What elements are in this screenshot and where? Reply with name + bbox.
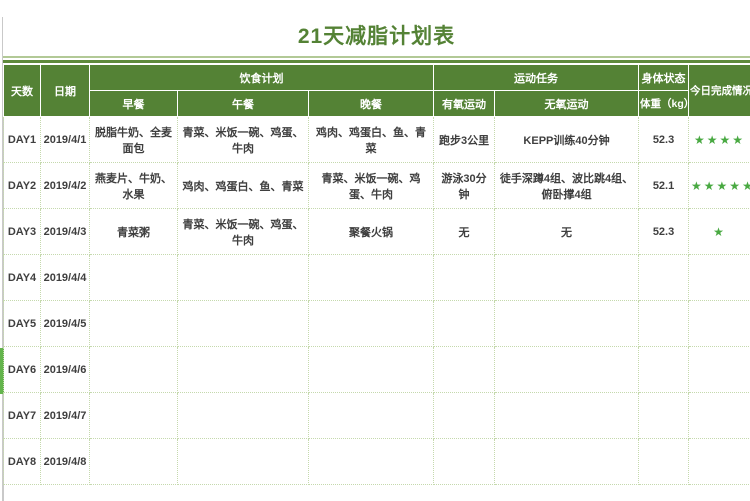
header-date[interactable]: 日期 xyxy=(40,64,90,117)
title-area: 21天减脂计划表 xyxy=(3,0,750,56)
cell-anaerobic[interactable] xyxy=(494,254,640,301)
cell-lunch[interactable]: 青菜、米饭一碗、鸡蛋、牛肉 xyxy=(177,116,309,163)
header-diet-plan[interactable]: 饮食计划 xyxy=(88,64,435,91)
cell-dinner[interactable] xyxy=(307,438,435,485)
cell-breakfast[interactable] xyxy=(89,438,178,485)
cell-weight[interactable] xyxy=(638,346,690,393)
cell-lunch[interactable] xyxy=(177,392,309,439)
cell-date[interactable]: 2019/4/8 xyxy=(40,438,90,485)
cell-breakfast[interactable]: 脱脂牛奶、全麦面包 xyxy=(89,116,178,163)
plan-table: 天数 日期 饮食计划 运动任务 身体状态 今日完成情况 早餐 午餐 晚餐 有氧运… xyxy=(3,64,750,485)
cell-weight[interactable] xyxy=(638,254,690,301)
title-divider xyxy=(3,56,750,64)
cell-date[interactable]: 2019/4/2 xyxy=(40,162,90,209)
cell-dinner[interactable] xyxy=(307,346,435,393)
cell-completion-stars[interactable]: ★ xyxy=(688,208,750,255)
table-row: DAY2 2019/4/2 燕麦片、牛奶、水果 鸡肉、鸡蛋白、鱼、青菜 青菜、米… xyxy=(3,162,750,209)
cell-anaerobic[interactable] xyxy=(494,438,640,485)
cell-aerobic[interactable]: 无 xyxy=(433,208,496,255)
header-body-status[interactable]: 身体状态 xyxy=(638,64,690,91)
header-completion[interactable]: 今日完成情况 xyxy=(688,64,750,117)
cell-weight[interactable]: 52.3 xyxy=(638,116,690,163)
cell-date[interactable]: 2019/4/5 xyxy=(40,300,90,347)
cell-date[interactable]: 2019/4/1 xyxy=(40,116,90,163)
page-title: 21天减脂计划表 xyxy=(297,25,456,48)
cell-anaerobic[interactable]: 无 xyxy=(494,208,640,255)
cell-dinner[interactable]: 聚餐火锅 xyxy=(307,208,435,255)
cell-date[interactable]: 2019/4/3 xyxy=(40,208,90,255)
header-dinner[interactable]: 晚餐 xyxy=(307,90,435,117)
cell-aerobic[interactable] xyxy=(433,300,496,347)
cell-aerobic[interactable] xyxy=(433,346,496,393)
cell-dinner[interactable] xyxy=(307,254,435,301)
cell-dinner[interactable] xyxy=(307,392,435,439)
cell-date[interactable]: 2019/4/6 xyxy=(40,346,90,393)
cell-day[interactable]: DAY4 xyxy=(3,254,41,301)
cell-anaerobic[interactable] xyxy=(494,392,640,439)
cell-day[interactable]: DAY7 xyxy=(3,392,41,439)
cell-completion-stars[interactable]: ★★★★ xyxy=(688,116,750,163)
cell-lunch[interactable]: 鸡肉、鸡蛋白、鱼、青菜 xyxy=(177,162,309,209)
cell-day[interactable]: DAY1 xyxy=(3,116,41,163)
cell-dinner[interactable]: 青菜、米饭一碗、鸡蛋、牛肉 xyxy=(307,162,435,209)
cell-aerobic[interactable]: 游泳30分钟 xyxy=(433,162,496,209)
cell-anaerobic[interactable]: KEPP训练40分钟 xyxy=(494,116,640,163)
header-aerobic[interactable]: 有氧运动 xyxy=(433,90,496,117)
cell-breakfast[interactable]: 青菜粥 xyxy=(89,208,178,255)
cell-day[interactable]: DAY5 xyxy=(3,300,41,347)
cell-weight[interactable] xyxy=(638,300,690,347)
cell-date[interactable]: 2019/4/7 xyxy=(40,392,90,439)
cell-day[interactable]: DAY3 xyxy=(3,208,41,255)
plan-table-header: 天数 日期 饮食计划 运动任务 身体状态 今日完成情况 早餐 午餐 晚餐 有氧运… xyxy=(3,64,750,117)
cell-aerobic[interactable] xyxy=(433,438,496,485)
cell-anaerobic[interactable] xyxy=(494,300,640,347)
header-anaerobic[interactable]: 无氧运动 xyxy=(494,90,640,117)
cell-breakfast[interactable]: 燕麦片、牛奶、水果 xyxy=(89,162,178,209)
cell-lunch[interactable] xyxy=(177,438,309,485)
cell-day[interactable]: DAY2 xyxy=(3,162,41,209)
cell-lunch[interactable] xyxy=(177,346,309,393)
cell-aerobic[interactable] xyxy=(433,392,496,439)
cell-aerobic[interactable] xyxy=(433,254,496,301)
cell-lunch[interactable] xyxy=(177,300,309,347)
cell-breakfast[interactable] xyxy=(89,254,178,301)
cell-weight[interactable]: 52.1 xyxy=(638,162,690,209)
cell-day[interactable]: DAY8 xyxy=(3,438,41,485)
cell-lunch[interactable]: 青菜、米饭一碗、鸡蛋、牛肉 xyxy=(177,208,309,255)
cell-lunch[interactable] xyxy=(177,254,309,301)
table-row: DAY8 2019/4/8 xyxy=(3,438,750,485)
cell-dinner[interactable] xyxy=(307,300,435,347)
cell-weight[interactable] xyxy=(638,438,690,485)
spreadsheet-page: 21天减脂计划表 天数 日期 饮食计划 运动任务 身体状态 今日完成情况 早餐 … xyxy=(0,0,750,501)
cell-completion-stars[interactable] xyxy=(688,254,750,301)
table-row: DAY1 2019/4/1 脱脂牛奶、全麦面包 青菜、米饭一碗、鸡蛋、牛肉 鸡肉… xyxy=(3,116,750,163)
table-row: DAY3 2019/4/3 青菜粥 青菜、米饭一碗、鸡蛋、牛肉 聚餐火锅 无 无… xyxy=(3,208,750,255)
table-row: DAY7 2019/4/7 xyxy=(3,392,750,439)
cell-dinner[interactable]: 鸡肉、鸡蛋白、鱼、青菜 xyxy=(307,116,435,163)
header-lunch[interactable]: 午餐 xyxy=(177,90,309,117)
cell-completion-stars[interactable] xyxy=(688,346,750,393)
cell-breakfast[interactable] xyxy=(89,392,178,439)
plan-table-body: DAY1 2019/4/1 脱脂牛奶、全麦面包 青菜、米饭一碗、鸡蛋、牛肉 鸡肉… xyxy=(3,116,750,485)
cell-breakfast[interactable] xyxy=(89,300,178,347)
cell-anaerobic[interactable]: 徒手深蹲4组、波比跳4组、俯卧撑4组 xyxy=(494,162,640,209)
cell-breakfast[interactable] xyxy=(89,346,178,393)
header-exercise-task[interactable]: 运动任务 xyxy=(433,64,640,91)
cell-day[interactable]: DAY6 xyxy=(3,346,41,393)
cell-weight[interactable]: 52.3 xyxy=(638,208,690,255)
table-row: DAY5 2019/4/5 xyxy=(3,300,750,347)
cell-aerobic[interactable]: 跑步3公里 xyxy=(433,116,496,163)
cell-completion-stars[interactable]: ★★★★★ xyxy=(688,162,750,209)
table-row: DAY6 2019/4/6 xyxy=(3,346,750,393)
header-breakfast[interactable]: 早餐 xyxy=(89,90,178,117)
table-row: DAY4 2019/4/4 xyxy=(3,254,750,301)
cell-anaerobic[interactable] xyxy=(494,346,640,393)
cell-completion-stars[interactable] xyxy=(688,438,750,485)
cell-completion-stars[interactable] xyxy=(688,392,750,439)
cell-weight[interactable] xyxy=(638,392,690,439)
header-days[interactable]: 天数 xyxy=(3,64,41,117)
cell-completion-stars[interactable] xyxy=(688,300,750,347)
cell-date[interactable]: 2019/4/4 xyxy=(40,254,90,301)
header-weight[interactable]: 体重（kg） xyxy=(638,90,690,117)
